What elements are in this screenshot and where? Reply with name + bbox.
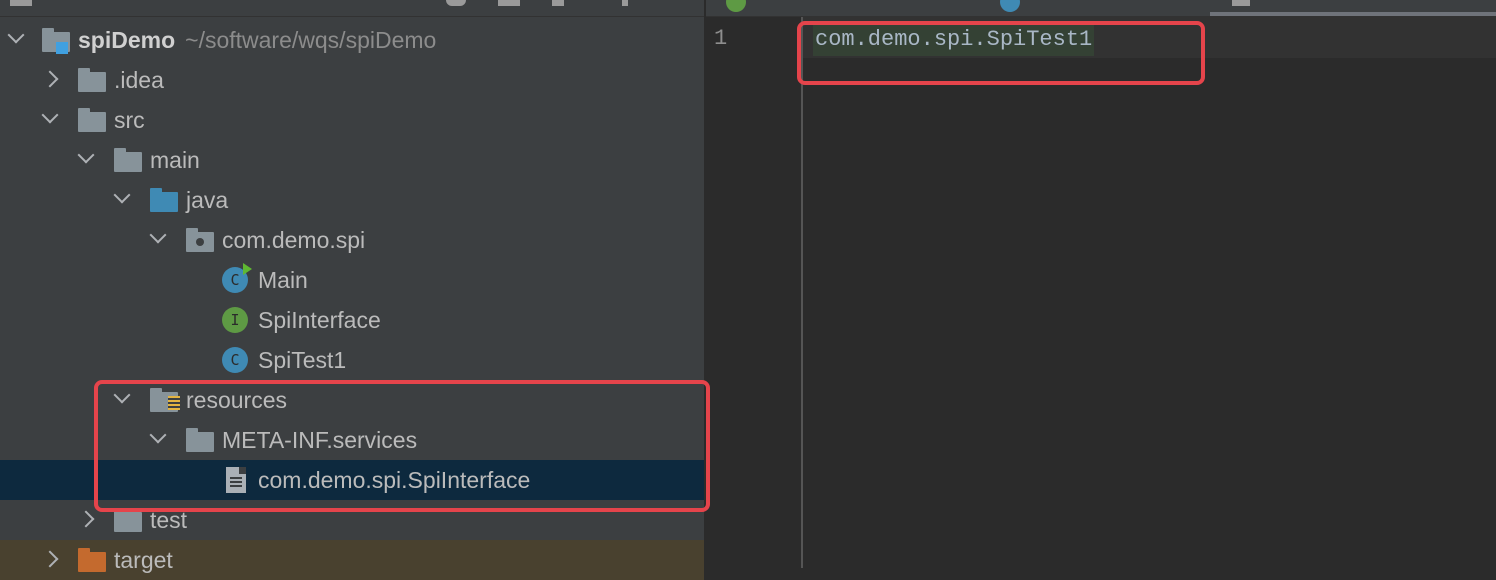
tree-item-label: .idea <box>114 67 164 93</box>
tree-item-main-class[interactable]: C Main <box>0 260 704 300</box>
class-icon: C <box>222 347 248 373</box>
folder-icon <box>114 148 142 172</box>
collapse-icon[interactable] <box>498 0 520 6</box>
chevron-down-icon[interactable] <box>7 26 25 44</box>
chevron-down-icon[interactable] <box>113 186 131 204</box>
highlight-box-editor <box>797 21 1205 85</box>
chevron-right-icon[interactable] <box>77 510 95 528</box>
tree-item-label: target <box>114 547 173 573</box>
tree-item-label: com.demo.spi <box>222 227 366 253</box>
chevron-right-icon[interactable] <box>41 550 59 568</box>
folder-icon <box>114 508 142 532</box>
tree-item-src[interactable]: src <box>0 100 704 140</box>
tree-item-spiinterface[interactable]: I SpiInterface <box>0 300 704 340</box>
tree-root[interactable]: spiDemo ~/software/wqs/spiDemo <box>0 20 704 60</box>
settings-icon[interactable] <box>622 0 628 6</box>
chevron-right-icon[interactable] <box>41 70 59 88</box>
folder-icon <box>78 68 106 92</box>
run-icon <box>243 263 252 275</box>
project-toolbar <box>0 0 704 17</box>
active-tab-indicator <box>1210 12 1496 16</box>
source-folder-icon <box>150 188 178 212</box>
tree-item-target[interactable]: target <box>0 540 704 580</box>
tree-item-label: Main <box>258 267 308 293</box>
tree-item-label: SpiInterface <box>258 307 381 333</box>
module-folder-icon <box>42 28 70 54</box>
locate-icon[interactable] <box>446 0 466 6</box>
chevron-down-icon[interactable] <box>77 146 95 164</box>
expand-icon[interactable] <box>552 0 564 6</box>
chevron-down-icon[interactable] <box>41 106 59 124</box>
tree-item-label: SpiTest1 <box>258 347 347 373</box>
tree-item-label: main <box>150 147 200 173</box>
tab-interface-icon[interactable] <box>726 0 746 12</box>
line-number: 1 <box>714 26 728 51</box>
tree-item-label: java <box>186 187 229 213</box>
tab-class-icon[interactable] <box>1000 0 1020 12</box>
excluded-folder-icon <box>78 548 106 572</box>
folder-icon <box>78 108 106 132</box>
highlight-box-resources <box>94 380 710 512</box>
tree-item-spitest1[interactable]: C SpiTest1 <box>0 340 704 380</box>
tree-item-main[interactable]: main <box>0 140 704 180</box>
chevron-down-icon[interactable] <box>149 226 167 244</box>
gutter-separator <box>801 17 803 568</box>
tree-item-package[interactable]: com.demo.spi <box>0 220 704 260</box>
panel-icon[interactable] <box>10 0 32 6</box>
tree-item-label: src <box>114 107 145 133</box>
tree-item-java[interactable]: java <box>0 180 704 220</box>
interface-icon: I <box>222 307 248 333</box>
tab-file-icon[interactable] <box>1232 0 1250 6</box>
class-icon: C <box>222 263 252 293</box>
tree-item-idea[interactable]: .idea <box>0 60 704 100</box>
tree-root-label: spiDemo ~/software/wqs/spiDemo <box>78 27 437 53</box>
package-icon <box>186 228 214 252</box>
